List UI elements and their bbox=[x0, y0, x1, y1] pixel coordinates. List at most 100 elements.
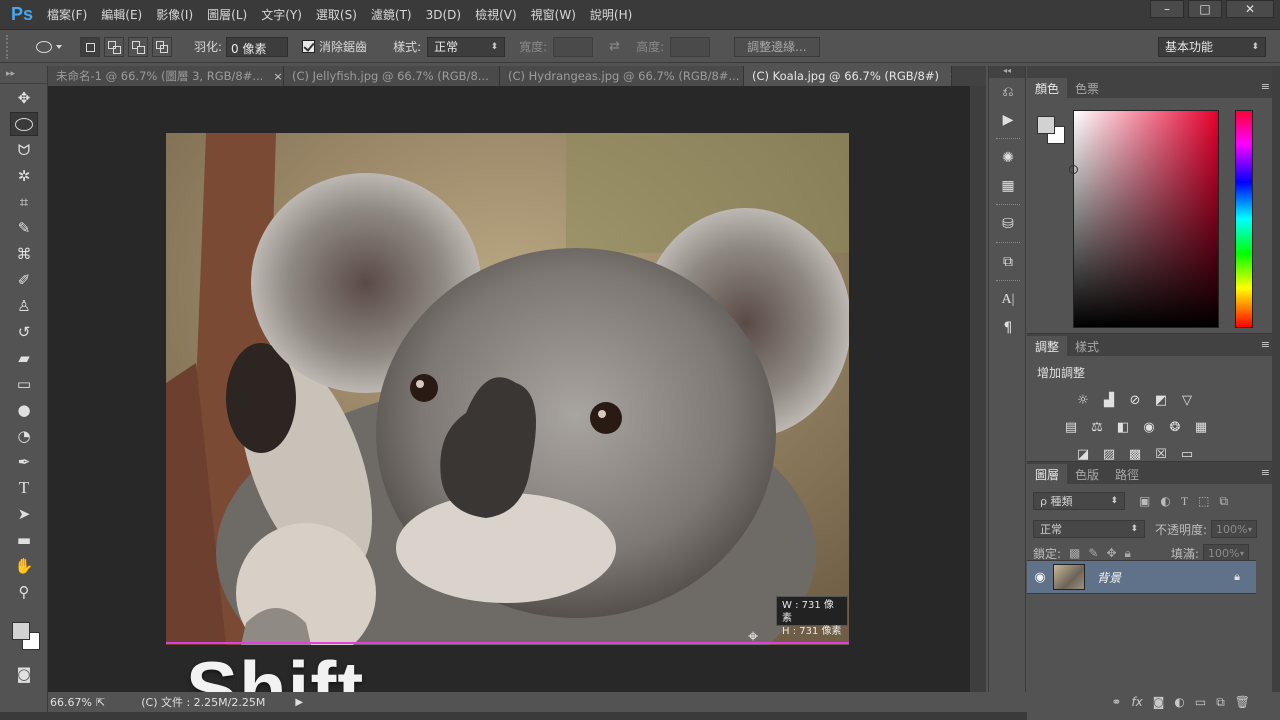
hue-saturation-icon[interactable]: ▤ bbox=[1061, 417, 1081, 437]
color-lookup-icon[interactable]: ▦ bbox=[1191, 417, 1211, 437]
new-selection-button[interactable] bbox=[80, 36, 100, 57]
style-select[interactable]: 正常 ⬍ bbox=[427, 36, 506, 57]
menu-layer[interactable]: 圖層(L) bbox=[200, 0, 254, 30]
photo-filter-icon[interactable]: ◉ bbox=[1139, 417, 1159, 437]
menu-3d[interactable]: 3D(D) bbox=[419, 0, 468, 30]
character-icon[interactable]: A| bbox=[989, 286, 1027, 314]
options-grip[interactable] bbox=[6, 34, 14, 59]
workspace-select[interactable]: 基本功能 ⬍ bbox=[1158, 36, 1266, 57]
canvas-vertical-scrollbar[interactable] bbox=[970, 86, 986, 692]
black-white-icon[interactable]: ◧ bbox=[1113, 417, 1133, 437]
quick-mask-icon[interactable]: ◙ bbox=[10, 662, 38, 686]
hand-tool-icon[interactable]: ✋ bbox=[10, 554, 38, 578]
tools-panel-header[interactable]: ▸▸ bbox=[0, 66, 47, 84]
close-tab-icon[interactable]: × bbox=[273, 70, 282, 83]
filter-shape-icon[interactable]: ⬚ bbox=[1198, 494, 1209, 508]
layer-kind-filter[interactable]: ρ 種類 ⬍ bbox=[1033, 492, 1125, 510]
opacity-input[interactable]: 100% ▾ bbox=[1211, 520, 1258, 538]
koala-photo[interactable] bbox=[166, 133, 849, 645]
magic-wand-tool-icon[interactable]: ✲ bbox=[10, 164, 38, 188]
blur-tool-icon[interactable]: ● bbox=[10, 398, 38, 422]
play-arrow-icon[interactable]: ▶ bbox=[295, 697, 303, 708]
type-tool-icon[interactable]: T bbox=[10, 476, 38, 500]
link-layers-icon[interactable]: ⚭ bbox=[1111, 695, 1121, 709]
tab-untitled-1[interactable]: 未命名-1 @ 66.7% (圖層 3, RGB/8#... × bbox=[48, 66, 284, 86]
clone-stamp-tool-icon[interactable]: ♙ bbox=[10, 294, 38, 318]
new-adjustment-layer-icon[interactable]: ◐ bbox=[1174, 695, 1184, 709]
color-saturation-field[interactable] bbox=[1069, 110, 1219, 328]
new-layer-icon[interactable]: ⧉ bbox=[1216, 695, 1225, 710]
rectangle-tool-icon[interactable]: ▬ bbox=[10, 528, 38, 552]
zoom-level[interactable]: 66.67% bbox=[48, 696, 92, 709]
minimize-button[interactable]: – bbox=[1150, 0, 1184, 18]
crop-tool-icon[interactable]: ⌗ bbox=[10, 190, 38, 214]
tool-presets-icon[interactable]: ⧉ bbox=[989, 248, 1027, 276]
tab-koala[interactable]: (C) Koala.jpg @ 66.7% (RGB/8#) × bbox=[744, 66, 952, 86]
tab-layers[interactable]: 圖層 bbox=[1027, 464, 1068, 484]
add-to-selection-button[interactable] bbox=[104, 36, 124, 57]
lock-all-icon[interactable]: 🔒︎ bbox=[1125, 546, 1131, 561]
filter-adjustment-icon[interactable]: ◐ bbox=[1160, 494, 1170, 508]
history-brush-tool-icon[interactable]: ↺ bbox=[10, 320, 38, 344]
tab-paths[interactable]: 路徑 bbox=[1107, 464, 1147, 484]
export-icon[interactable]: ⇱ bbox=[96, 696, 105, 709]
paragraph-icon[interactable]: ¶ bbox=[989, 314, 1027, 342]
elliptical-marquee-tool-icon[interactable] bbox=[10, 112, 38, 136]
pen-tool-icon[interactable]: ✒ bbox=[10, 450, 38, 474]
color-balance-icon[interactable]: ⚖ bbox=[1087, 417, 1107, 437]
menu-edit[interactable]: 編輯(E) bbox=[94, 0, 149, 30]
blend-mode-select[interactable]: 正常 ⬍ bbox=[1033, 520, 1145, 538]
filter-pixel-icon[interactable]: ▣ bbox=[1139, 494, 1150, 508]
curves-icon[interactable]: ⊘ bbox=[1125, 390, 1145, 410]
lock-image-icon[interactable]: ✎ bbox=[1088, 546, 1098, 560]
subtract-from-selection-button[interactable] bbox=[128, 36, 148, 57]
menu-image[interactable]: 影像(I) bbox=[149, 0, 200, 30]
dodge-tool-icon[interactable]: ◔ bbox=[10, 424, 38, 448]
menu-window[interactable]: 視窗(W) bbox=[524, 0, 583, 30]
menu-view[interactable]: 檢視(V) bbox=[468, 0, 524, 30]
filter-smart-object-icon[interactable]: ⧉ bbox=[1220, 494, 1229, 509]
panel-menu-icon[interactable]: ≡ bbox=[1261, 80, 1270, 93]
selective-color-icon[interactable]: ▭ bbox=[1177, 444, 1197, 464]
new-group-icon[interactable]: ▭ bbox=[1195, 695, 1206, 709]
actions-play-icon[interactable]: ▶ bbox=[989, 106, 1027, 134]
tab-swatches[interactable]: 色票 bbox=[1067, 78, 1107, 98]
menu-filter[interactable]: 濾鏡(T) bbox=[364, 0, 419, 30]
tab-adjustments[interactable]: 調整 bbox=[1027, 336, 1068, 356]
lock-position-icon[interactable]: ✥ bbox=[1106, 546, 1116, 560]
posterize-icon[interactable]: ▨ bbox=[1099, 444, 1119, 464]
trash-icon[interactable]: 🗑︎ bbox=[1235, 695, 1250, 709]
lasso-tool-icon[interactable]: ᗢ bbox=[10, 138, 38, 162]
tab-styles[interactable]: 樣式 bbox=[1067, 336, 1107, 356]
levels-icon[interactable]: ▟ bbox=[1099, 390, 1119, 410]
vibrance-icon[interactable]: ▽ bbox=[1177, 390, 1197, 410]
panel-menu-icon[interactable]: ≡ bbox=[1261, 466, 1270, 479]
brush-tool-icon[interactable]: ✐ bbox=[10, 268, 38, 292]
tool-preset-picker[interactable] bbox=[30, 35, 68, 59]
gradient-tool-icon[interactable]: ▭ bbox=[10, 372, 38, 396]
foreground-color-swatch[interactable] bbox=[1037, 116, 1055, 134]
menu-help[interactable]: 說明(H) bbox=[583, 0, 639, 30]
layer-name[interactable]: 背景 bbox=[1097, 569, 1121, 586]
eraser-tool-icon[interactable]: ▰ bbox=[10, 346, 38, 370]
close-tab-icon[interactable]: × bbox=[949, 70, 951, 83]
menu-select[interactable]: 選取(S) bbox=[309, 0, 364, 30]
antialias-checkbox[interactable] bbox=[302, 40, 316, 53]
visibility-eye-icon[interactable]: ◉ bbox=[1027, 570, 1053, 585]
close-button[interactable]: ✕ bbox=[1226, 0, 1274, 18]
right-panels-scrollbar[interactable] bbox=[1272, 66, 1280, 692]
filter-type-icon[interactable]: T bbox=[1181, 494, 1188, 509]
menu-file[interactable]: 檔案(F) bbox=[40, 0, 94, 30]
clone-source-icon[interactable]: ⛁ bbox=[989, 210, 1027, 238]
foreground-color-swatch[interactable] bbox=[12, 622, 30, 640]
history-icon[interactable]: ⎌ bbox=[989, 78, 1027, 106]
collapse-icon[interactable]: ◂◂ bbox=[989, 66, 1025, 78]
layer-background[interactable]: ◉ 背景 🔒︎ bbox=[1027, 560, 1256, 594]
tab-hydrangeas[interactable]: (C) Hydrangeas.jpg @ 66.7% (RGB/8#...× bbox=[500, 66, 744, 86]
fx-icon[interactable]: fx bbox=[1131, 695, 1142, 709]
threshold-icon[interactable]: ▩ bbox=[1125, 444, 1145, 464]
brush-presets-icon[interactable]: ✺ bbox=[989, 144, 1027, 172]
color-swatches[interactable] bbox=[4, 612, 44, 652]
path-selection-tool-icon[interactable]: ➤ bbox=[10, 502, 38, 526]
brightness-contrast-icon[interactable]: ☼ bbox=[1073, 390, 1093, 410]
